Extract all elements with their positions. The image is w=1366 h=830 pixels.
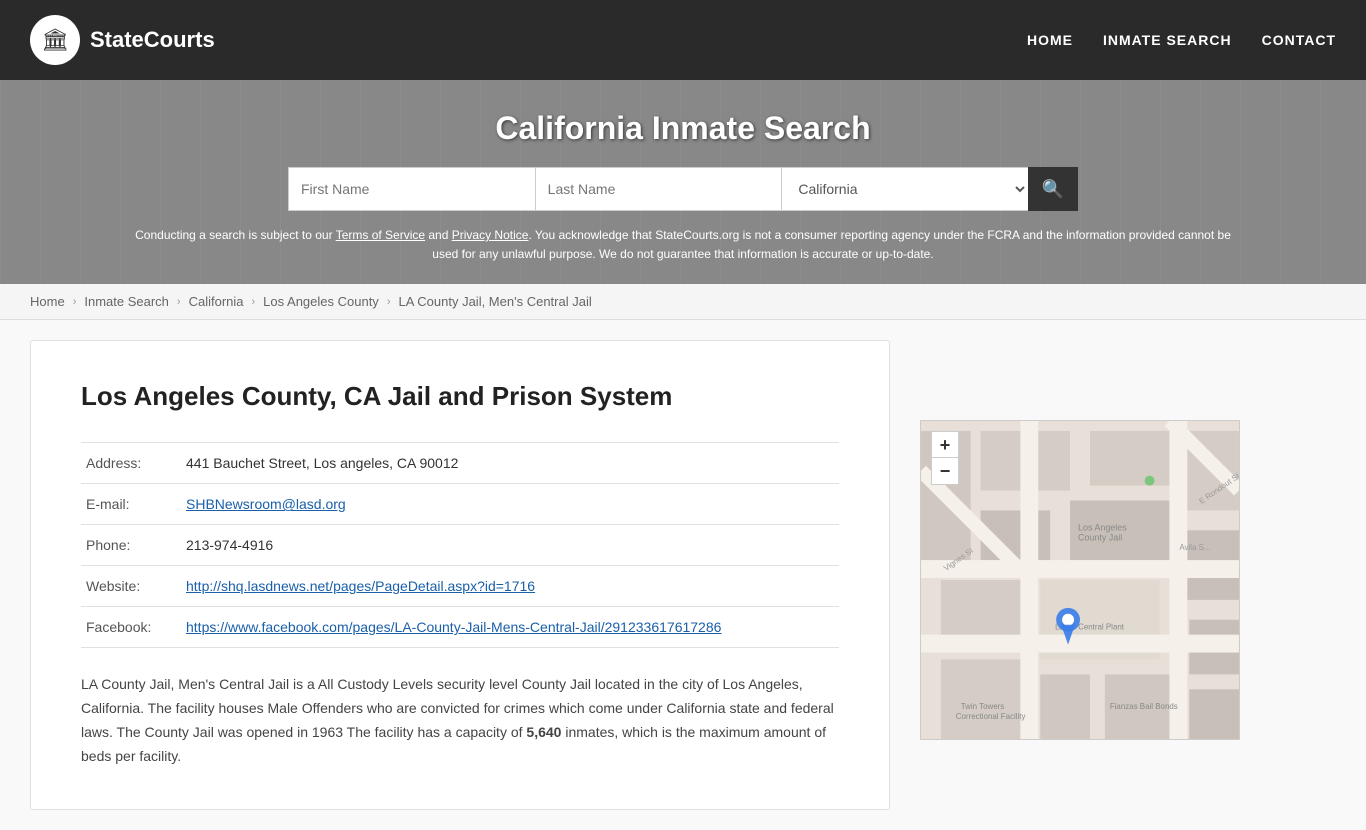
breadcrumb-sep-1: › bbox=[73, 296, 77, 308]
email-label: E-mail: bbox=[81, 484, 181, 525]
facility-info-box: Los Angeles County, CA Jail and Prison S… bbox=[30, 340, 890, 809]
svg-text:Fianzas Bail Bonds: Fianzas Bail Bonds bbox=[1110, 703, 1178, 712]
facebook-value: https://www.facebook.com/pages/LA-County… bbox=[181, 607, 839, 648]
website-label: Website: bbox=[81, 566, 181, 607]
breadcrumb: Home › Inmate Search › California › Los … bbox=[0, 284, 1366, 320]
email-row: E-mail: SHBNewsroom@lasd.org bbox=[81, 484, 839, 525]
address-row: Address: 441 Bauchet Street, Los angeles… bbox=[81, 443, 839, 484]
last-name-input[interactable] bbox=[535, 167, 782, 211]
map-panel: Los Angeles County Jail LASD Central Pla… bbox=[920, 340, 1240, 809]
breadcrumb-sep-3: › bbox=[252, 296, 256, 308]
breadcrumb-california[interactable]: California bbox=[189, 294, 244, 309]
svg-text:County Jail: County Jail bbox=[1078, 533, 1122, 543]
phone-row: Phone: 213-974-4916 bbox=[81, 525, 839, 566]
svg-text:Avila S...: Avila S... bbox=[1179, 544, 1210, 553]
svg-text:Correctional Facility: Correctional Facility bbox=[956, 713, 1026, 722]
map-svg: Los Angeles County Jail LASD Central Pla… bbox=[921, 421, 1239, 739]
facebook-label: Facebook: bbox=[81, 607, 181, 648]
website-value: http://shq.lasdnews.net/pages/PageDetail… bbox=[181, 566, 839, 607]
nav-home[interactable]: HOME bbox=[1027, 32, 1073, 48]
main-content: Los Angeles County, CA Jail and Prison S… bbox=[0, 320, 1366, 829]
facility-description: LA County Jail, Men's Central Jail is a … bbox=[81, 673, 839, 768]
map-zoom-controls: + − bbox=[931, 431, 959, 485]
map-zoom-out[interactable]: − bbox=[932, 458, 958, 484]
nav-inmate-search[interactable]: INMATE SEARCH bbox=[1103, 32, 1232, 48]
breadcrumb-inmate-search[interactable]: Inmate Search bbox=[84, 294, 169, 309]
website-link[interactable]: http://shq.lasdnews.net/pages/PageDetail… bbox=[186, 578, 535, 594]
breadcrumb-current: LA County Jail, Men's Central Jail bbox=[398, 294, 591, 309]
privacy-link[interactable]: Privacy Notice bbox=[452, 228, 529, 242]
breadcrumb-la-county[interactable]: Los Angeles County bbox=[263, 294, 379, 309]
phone-label: Phone: bbox=[81, 525, 181, 566]
search-form: Select State AlabamaAlaskaArizonaArkansa… bbox=[288, 167, 1078, 211]
phone-value: 213-974-4916 bbox=[181, 525, 839, 566]
terms-link[interactable]: Terms of Service bbox=[336, 228, 425, 242]
first-name-input[interactable] bbox=[288, 167, 535, 211]
state-select[interactable]: Select State AlabamaAlaskaArizonaArkansa… bbox=[781, 167, 1028, 211]
address-value: 441 Bauchet Street, Los angeles, CA 9001… bbox=[181, 443, 839, 484]
breadcrumb-home[interactable]: Home bbox=[30, 294, 65, 309]
search-button[interactable]: 🔍 bbox=[1028, 167, 1078, 211]
disclaimer-text: Conducting a search is subject to our Te… bbox=[133, 226, 1233, 264]
map-zoom-in[interactable]: + bbox=[932, 432, 958, 458]
svg-text:Twin Towers: Twin Towers bbox=[961, 703, 1005, 712]
email-link[interactable]: SHBNewsroom@lasd.org bbox=[186, 496, 346, 512]
facility-title: Los Angeles County, CA Jail and Prison S… bbox=[81, 381, 839, 412]
main-nav: HOME INMATE SEARCH CONTACT bbox=[1027, 32, 1336, 48]
logo-text: StateCourts bbox=[90, 27, 215, 53]
hero-title: California Inmate Search bbox=[20, 110, 1346, 147]
address-label: Address: bbox=[81, 443, 181, 484]
svg-text:Los Angeles: Los Angeles bbox=[1078, 523, 1127, 533]
map-container[interactable]: Los Angeles County Jail LASD Central Pla… bbox=[920, 420, 1240, 740]
facebook-row: Facebook: https://www.facebook.com/pages… bbox=[81, 607, 839, 648]
facebook-link[interactable]: https://www.facebook.com/pages/LA-County… bbox=[186, 619, 721, 635]
breadcrumb-sep-4: › bbox=[387, 296, 391, 308]
facility-details-table: Address: 441 Bauchet Street, Los angeles… bbox=[81, 442, 839, 648]
breadcrumb-sep-2: › bbox=[177, 296, 181, 308]
logo-icon: 🏛 bbox=[30, 15, 80, 65]
site-logo[interactable]: 🏛 StateCourts bbox=[30, 15, 215, 65]
nav-contact[interactable]: CONTACT bbox=[1262, 32, 1336, 48]
website-row: Website: http://shq.lasdnews.net/pages/P… bbox=[81, 566, 839, 607]
email-value: SHBNewsroom@lasd.org bbox=[181, 484, 839, 525]
hero-section: California Inmate Search Select State Al… bbox=[0, 80, 1366, 284]
site-header: 🏛 StateCourts HOME INMATE SEARCH CONTACT bbox=[0, 0, 1366, 80]
capacity-value: 5,640 bbox=[526, 724, 561, 740]
